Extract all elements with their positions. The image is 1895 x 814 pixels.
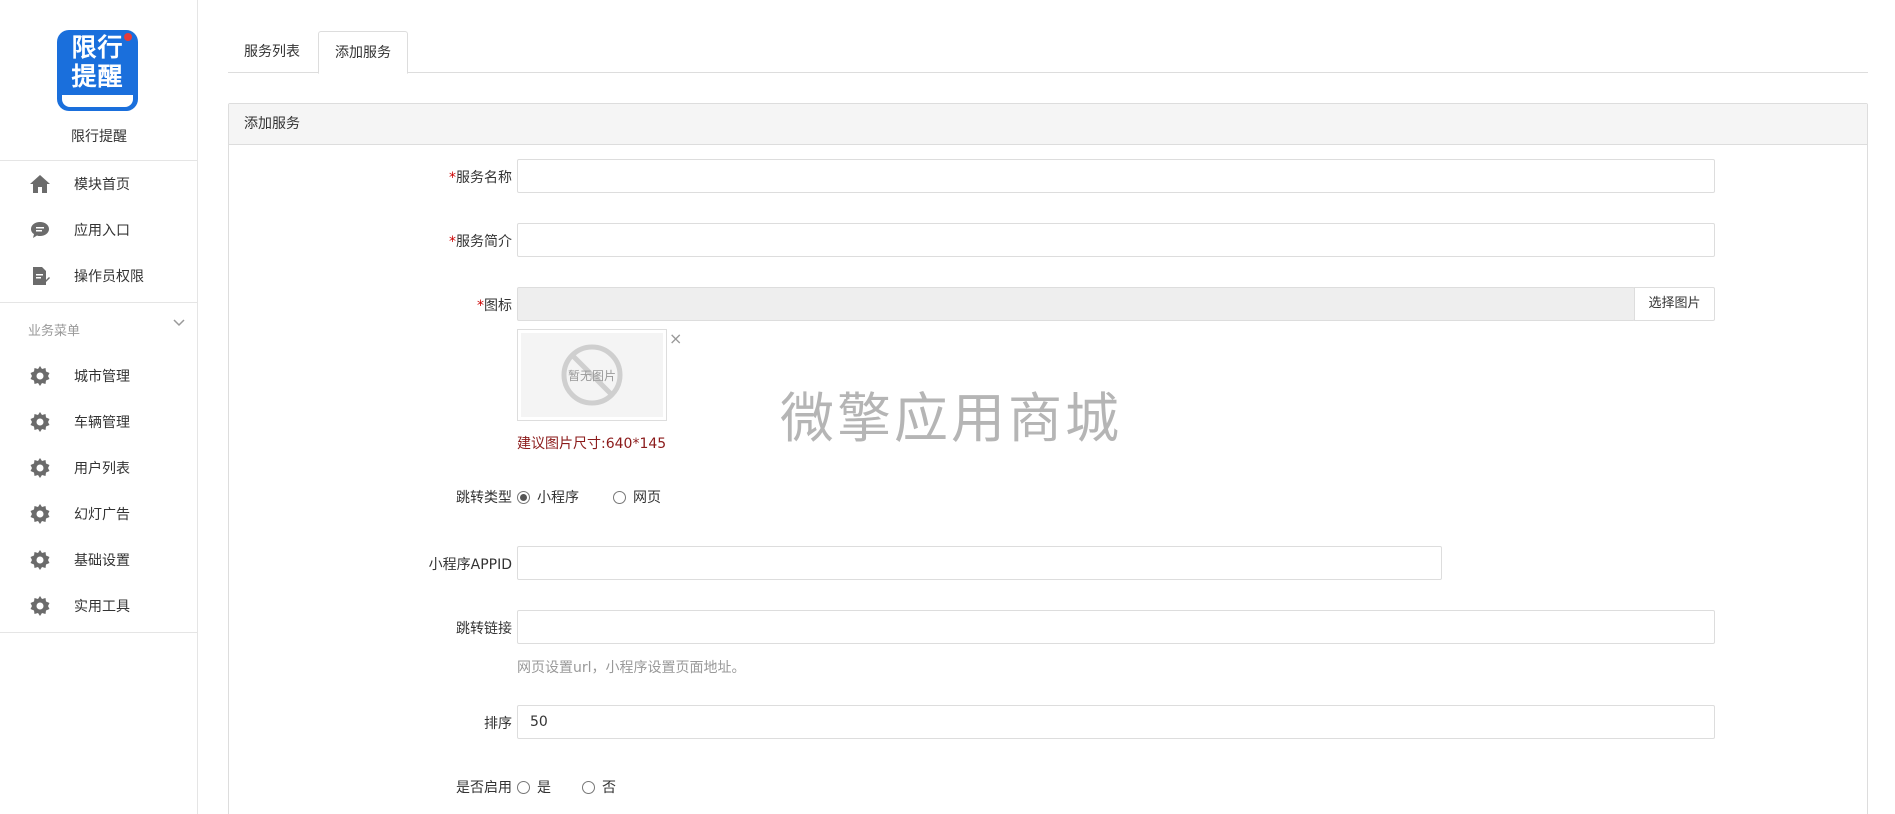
select-image-button[interactable]: 选择图片 bbox=[1634, 287, 1715, 321]
no-image-text: 暂无图片 bbox=[567, 369, 616, 383]
app-logo: 限行 提醒 bbox=[57, 30, 138, 111]
radio-circle-selected bbox=[517, 490, 530, 504]
sidebar-item-module-home[interactable]: 模块首页 bbox=[0, 165, 197, 203]
jump-type-label: 跳转类型 bbox=[456, 490, 512, 506]
form-panel: 添加服务 *服务名称 *服务简介 *图标 选择图片 暂无图片 × 建议图片尺寸:… bbox=[228, 103, 1868, 814]
gear-icon bbox=[29, 595, 51, 617]
chevron-down-icon[interactable] bbox=[172, 316, 186, 330]
sidebar-item-label: 城市管理 bbox=[74, 369, 130, 385]
sidebar-item-operator-permission[interactable]: 操作员权限 bbox=[0, 257, 197, 295]
radio-web-page[interactable]: 网页 bbox=[613, 487, 661, 507]
radio-label: 是 bbox=[537, 780, 551, 796]
document-edit-icon bbox=[29, 265, 51, 287]
sidebar-item-label: 用户列表 bbox=[74, 461, 130, 477]
radio-label: 小程序 bbox=[537, 490, 579, 506]
gear-icon bbox=[29, 365, 51, 387]
sort-input[interactable]: 50 bbox=[517, 705, 1715, 739]
image-preview: 暂无图片 bbox=[517, 329, 667, 421]
sidebar-item-basic-settings[interactable]: 基础设置 bbox=[0, 541, 197, 579]
sidebar-item-app-entry[interactable]: 应用入口 bbox=[0, 211, 197, 249]
sidebar-item-label: 幻灯广告 bbox=[74, 507, 130, 523]
image-size-hint: 建议图片尺寸:640*145 bbox=[517, 436, 667, 452]
app-name: 限行提醒 bbox=[71, 129, 127, 145]
sidebar-item-utility-tools[interactable]: 实用工具 bbox=[0, 587, 197, 625]
chat-bubble-icon bbox=[29, 219, 51, 241]
service-name-input[interactable] bbox=[517, 159, 1715, 193]
gear-icon bbox=[29, 411, 51, 433]
tab-add-service[interactable]: 添加服务 bbox=[318, 31, 408, 74]
gear-icon bbox=[29, 457, 51, 479]
radio-circle bbox=[613, 490, 626, 504]
service-name-label-text: 服务名称 bbox=[456, 170, 512, 186]
appid-label: 小程序APPID bbox=[428, 557, 512, 573]
radio-circle bbox=[517, 780, 530, 794]
icon-path-input bbox=[517, 287, 1635, 321]
sidebar-item-vehicle-management[interactable]: 车辆管理 bbox=[0, 403, 197, 441]
enabled-label: 是否启用 bbox=[456, 780, 512, 796]
image-placeholder: 暂无图片 bbox=[521, 333, 663, 417]
icon-label-text: 图标 bbox=[484, 298, 512, 314]
sort-label: 排序 bbox=[484, 716, 512, 732]
close-icon[interactable]: × bbox=[669, 329, 682, 348]
radio-circle bbox=[582, 780, 595, 794]
sidebar-item-slide-ads[interactable]: 幻灯广告 bbox=[0, 495, 197, 533]
gear-icon bbox=[29, 549, 51, 571]
jump-link-input[interactable] bbox=[517, 610, 1715, 644]
home-icon bbox=[29, 173, 51, 195]
sidebar-divider bbox=[0, 632, 197, 633]
logo-strip bbox=[62, 95, 133, 107]
panel-title: 添加服务 bbox=[229, 104, 1867, 145]
sidebar-item-city-management[interactable]: 城市管理 bbox=[0, 357, 197, 395]
tab-service-list[interactable]: 服务列表 bbox=[228, 31, 316, 73]
service-intro-input[interactable] bbox=[517, 223, 1715, 257]
watermark: 微擎应用商城 bbox=[780, 387, 1122, 450]
service-intro-label: *服务简介 bbox=[229, 231, 512, 251]
logo-dot bbox=[124, 33, 132, 41]
required-mark: * bbox=[477, 298, 484, 314]
required-mark: * bbox=[449, 234, 456, 250]
required-mark: * bbox=[449, 170, 456, 186]
sidebar-divider bbox=[0, 302, 197, 303]
radio-mini-program[interactable]: 小程序 bbox=[517, 487, 579, 507]
sidebar-item-label: 操作员权限 bbox=[74, 269, 144, 285]
logo-area: 限行 提醒 限行提醒 bbox=[0, 0, 197, 161]
sidebar-item-label: 实用工具 bbox=[74, 599, 130, 615]
sidebar: 限行 提醒 限行提醒 模块首页 应用入口 操作员权限 业务菜单 城市管理 车辆管… bbox=[0, 0, 198, 814]
jump-link-label: 跳转链接 bbox=[456, 621, 512, 637]
appid-input[interactable] bbox=[517, 546, 1442, 580]
logo-text-line2: 提醒 bbox=[71, 62, 124, 91]
jump-link-hint: 网页设置url，小程序设置页面地址。 bbox=[517, 660, 746, 676]
icon-label: *图标 bbox=[229, 295, 512, 315]
sidebar-group-title: 业务菜单 bbox=[28, 324, 81, 339]
radio-label: 网页 bbox=[633, 490, 661, 506]
gear-icon bbox=[29, 503, 51, 525]
radio-label: 否 bbox=[602, 780, 616, 796]
service-intro-label-text: 服务简介 bbox=[456, 234, 512, 250]
service-name-label: *服务名称 bbox=[229, 167, 512, 187]
sidebar-item-user-list[interactable]: 用户列表 bbox=[0, 449, 197, 487]
tab-bar: 服务列表 添加服务 bbox=[228, 31, 1868, 74]
sidebar-item-label: 基础设置 bbox=[74, 553, 130, 569]
sidebar-item-label: 模块首页 bbox=[74, 177, 130, 193]
radio-enabled-yes[interactable]: 是 bbox=[517, 777, 551, 797]
sidebar-item-label: 车辆管理 bbox=[74, 415, 130, 431]
radio-enabled-no[interactable]: 否 bbox=[582, 777, 616, 797]
sidebar-item-label: 应用入口 bbox=[74, 223, 130, 239]
